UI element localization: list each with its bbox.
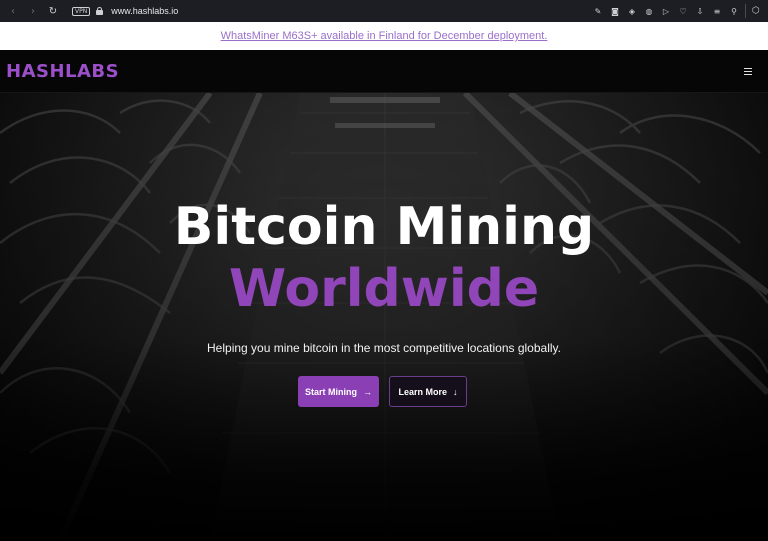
toolbar-divider [745,4,746,18]
start-mining-label: Start Mining [305,386,357,397]
arrow-down-icon: ↓ [453,386,458,397]
logo[interactable]: HASHLABS [6,61,119,82]
download-icon[interactable]: ⇩ [695,6,705,16]
shield-icon[interactable]: ◈ [627,6,637,16]
wallet-icon[interactable]: ◍ [644,6,654,16]
hero-title: Bitcoin Mining [173,197,595,257]
reload-icon[interactable]: ↻ [46,4,60,18]
forward-button[interactable]: › [26,4,40,18]
arrow-right-icon: → [363,386,372,397]
address-bar-url[interactable]: www.hashlabs.io [111,6,593,16]
cube-icon[interactable]: ⬡ [752,6,762,16]
site-header: HASHLABS [0,50,768,93]
edit-icon[interactable]: ✎ [593,6,603,16]
learn-more-label: Learn More [398,386,447,397]
learn-more-button[interactable]: Learn More ↓ [389,376,467,407]
camera-icon[interactable]: ◙ [610,6,620,16]
hero-title-accent: Worldwide [228,259,540,319]
heart-icon[interactable]: ♡ [678,6,688,16]
announcement-link[interactable]: WhatsMiner M63S+ available in Finland fo… [221,30,548,42]
announcement-bar: WhatsMiner M63S+ available in Finland fo… [0,22,768,50]
start-mining-button[interactable]: Start Mining → [298,376,379,407]
back-button[interactable]: ‹ [6,4,20,18]
hero-subtitle: Helping you mine bitcoin in the most com… [207,341,561,355]
browser-extensions: ✎ ◙ ◈ ◍ ▷ ♡ ⇩ ≡ ⚲ [593,6,741,16]
play-icon[interactable]: ▷ [661,6,671,16]
menu-icon[interactable]: ≡ [712,6,722,16]
lock-icon[interactable] [96,7,104,15]
hamburger-menu-icon[interactable] [744,67,752,75]
hero-section: Bitcoin Mining Worldwide Helping you min… [0,93,768,541]
vpn-badge[interactable]: VPN [72,6,91,16]
browser-toolbar: ‹ › ↻ VPN www.hashlabs.io ✎ ◙ ◈ ◍ ▷ ♡ ⇩ … [0,0,768,22]
profile-icon[interactable]: ⚲ [729,6,739,16]
